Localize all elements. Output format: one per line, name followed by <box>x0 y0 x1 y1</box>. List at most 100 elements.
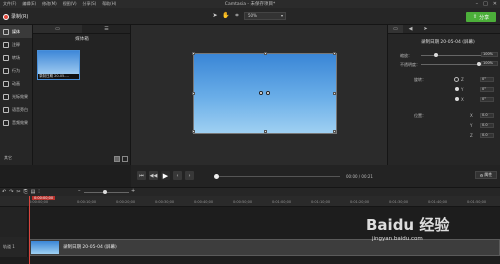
resize-handle[interactable] <box>192 92 195 95</box>
close-icon[interactable]: ✕ <box>493 1 497 7</box>
timeline-ruler[interactable]: 0:00:00;00 0:00:00;00 0:00:10;00 0:00:20… <box>0 196 500 207</box>
menu-share[interactable]: 分享(S) <box>80 1 100 7</box>
maximize-icon[interactable]: □ <box>483 1 488 7</box>
rotation-y-value[interactable]: 0° <box>480 87 494 92</box>
library-icon: ☰ <box>104 26 109 32</box>
playhead-line[interactable] <box>29 196 30 264</box>
tab-audio[interactable]: ◀ <box>403 25 418 33</box>
more-tools-button[interactable]: 其它 <box>4 155 12 161</box>
track-label: 轨道 1 <box>3 244 15 249</box>
record-button[interactable]: 录制(R) <box>3 12 28 21</box>
tool-sidebar: 媒体 注释 转场 行为 动画 光标效果 语音旁白 音频效果 <box>0 25 33 165</box>
crop-icon[interactable]: ⌗ <box>233 12 241 20</box>
visual-properties-icon: ▭ <box>393 26 398 32</box>
properties-tabs: ▭ ◀ ➤ <box>388 25 500 34</box>
tab-visual[interactable]: ▭ <box>388 25 403 33</box>
resize-handle[interactable] <box>192 130 195 133</box>
timeline-zoom-knob[interactable] <box>103 190 107 194</box>
track-header[interactable]: 轨道 1 <box>0 237 28 257</box>
frame-forward-icon[interactable]: › <box>185 171 194 180</box>
arrow-pointer-icon[interactable]: ➤ <box>211 12 219 20</box>
sidebar-item-label: 动画 <box>12 80 20 86</box>
redo-icon[interactable]: ↷ <box>9 189 13 195</box>
frame-back-icon[interactable]: ‹ <box>173 171 182 180</box>
media-bin-icon: ▭ <box>55 26 60 32</box>
share-button[interactable]: ⇪ 分享 <box>466 12 496 22</box>
canvas-preview[interactable] <box>192 52 337 134</box>
hand-pan-icon[interactable]: ✋ <box>222 12 230 20</box>
position-axis: Y <box>470 123 473 128</box>
split-icon[interactable]: ⫶ <box>38 189 39 195</box>
sidebar-item-audio-effects[interactable]: 音频效果 <box>0 116 32 129</box>
menu-edit[interactable]: 编辑(E) <box>19 1 39 7</box>
sidebar-item-voice-narration[interactable]: 语音旁白 <box>0 103 32 116</box>
step-back-icon[interactable]: ⏮ <box>137 171 146 180</box>
media-icon <box>3 28 9 35</box>
cursor-icon: ➤ <box>423 26 428 32</box>
timeline-tools: ↶ ↷ ✂ ⎘ ▤ ⫶ <box>2 189 40 195</box>
paste-icon[interactable]: ▤ <box>31 189 36 195</box>
minimize-icon[interactable]: – <box>476 1 479 7</box>
scale-label: 缩放： <box>400 53 412 58</box>
scale-slider[interactable] <box>421 55 481 56</box>
rotate-x-icon[interactable] <box>455 97 459 101</box>
properties-button[interactable]: ⚙ 属性 <box>475 171 497 179</box>
center-handle[interactable] <box>266 91 270 95</box>
resize-handle[interactable] <box>333 130 336 133</box>
scale-value[interactable]: 100% <box>481 52 498 57</box>
media-item[interactable]: 录制日期 20-05-... <box>37 50 80 80</box>
sidebar-item-annotations[interactable]: 注释 <box>0 38 32 51</box>
tab-library[interactable]: ☰ <box>82 25 131 33</box>
progress-knob[interactable] <box>214 174 219 179</box>
play-icon[interactable]: ▶ <box>161 171 170 180</box>
opacity-slider[interactable] <box>421 64 481 65</box>
rotate-z-icon[interactable] <box>454 77 459 82</box>
menu-modify[interactable]: 修改(M) <box>39 1 60 7</box>
resize-handle[interactable] <box>333 92 336 95</box>
ruler-tick: 0:00:40;00 <box>194 200 214 204</box>
rotate-y-icon[interactable] <box>455 87 459 91</box>
sidebar-item-animations[interactable]: 动画 <box>0 77 32 90</box>
resize-handle[interactable] <box>333 52 336 55</box>
sidebar-item-cursor-effects[interactable]: 光标效果 <box>0 90 32 103</box>
center-handle[interactable] <box>259 91 263 95</box>
list-view-icon[interactable] <box>122 156 128 162</box>
resize-handle[interactable] <box>192 52 195 55</box>
ruler-tick: 0:01:30;00 <box>389 200 409 204</box>
grid-view-icon[interactable] <box>114 156 120 162</box>
tab-cursor[interactable]: ➤ <box>418 25 433 33</box>
rotation-axis: Y <box>461 87 464 92</box>
position-x-value[interactable]: 0.0 <box>480 113 494 118</box>
rotation-x-value[interactable]: 0° <box>480 97 494 102</box>
zoom-in-icon[interactable]: + <box>131 188 135 194</box>
resize-handle[interactable] <box>264 52 267 55</box>
zoom-select[interactable]: 50% ▾ <box>244 12 286 20</box>
undo-icon[interactable]: ↶ <box>2 189 6 195</box>
menu-view[interactable]: 视图(V) <box>60 1 80 7</box>
menu-file[interactable]: 文件(F) <box>0 1 19 7</box>
sidebar-item-behaviors[interactable]: 行为 <box>0 64 32 77</box>
sidebar-item-label: 音频效果 <box>12 119 28 125</box>
resize-handle[interactable] <box>264 130 267 133</box>
opacity-value[interactable]: 100% <box>481 61 498 66</box>
scale-slider-knob[interactable] <box>434 53 438 57</box>
clip-title: 录制日期 20-05-04 (屏幕) <box>421 40 475 45</box>
position-y-value[interactable]: 0.0 <box>480 123 494 128</box>
sidebar-item-label: 光标效果 <box>12 93 28 99</box>
ruler-tick: 0:01:20;00 <box>350 200 370 204</box>
ruler-tick: 0:00:00;00 <box>29 200 49 204</box>
clip-label: 录制日期 20-05-04 (屏幕) <box>63 245 117 250</box>
sidebar-item-transitions[interactable]: 转场 <box>0 51 32 64</box>
copy-icon[interactable]: ⎘ <box>24 189 28 195</box>
menu-bar: 文件(F) 编辑(E) 修改(M) 视图(V) 分享(S) 帮助(H) Camt… <box>0 0 500 8</box>
zoom-out-icon[interactable]: – <box>78 188 81 194</box>
cut-icon[interactable]: ✂ <box>16 189 20 195</box>
menu-help[interactable]: 帮助(H) <box>99 1 119 7</box>
sidebar-item-media[interactable]: 媒体 <box>0 25 32 38</box>
position-z-value[interactable]: 0.0 <box>480 133 494 138</box>
view-toggle <box>114 156 128 162</box>
progress-track[interactable] <box>215 176 340 177</box>
rotation-z-value[interactable]: 0° <box>480 77 494 82</box>
rewind-icon[interactable]: ◀◀ <box>149 171 158 180</box>
tab-media-bin[interactable]: ▭ <box>33 25 82 33</box>
